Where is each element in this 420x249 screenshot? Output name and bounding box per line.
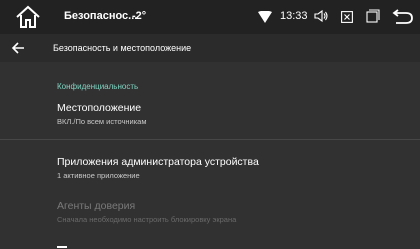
wifi-icon bbox=[258, 10, 272, 23]
back-nav-icon[interactable] bbox=[392, 8, 414, 24]
pref-summary: 1 активное приложение bbox=[57, 171, 140, 180]
status-temperature: -2° bbox=[132, 10, 147, 22]
settings-list: Конфиденциальность Местоположение ВКЛ./П… bbox=[0, 62, 420, 249]
back-arrow-icon[interactable] bbox=[10, 40, 26, 56]
status-clock: 13:33 bbox=[280, 10, 308, 22]
section-header-privacy: Конфиденциальность bbox=[57, 82, 139, 91]
divider bbox=[0, 139, 420, 140]
pref-title: Приложения администратора устройства bbox=[57, 156, 259, 168]
pref-trust-agents: Агенты доверия Сначала необходимо настро… bbox=[57, 200, 397, 224]
pref-device-admin-apps[interactable]: Приложения администратора устройства 1 а… bbox=[57, 156, 397, 180]
page-title: Безопасность и местоположение bbox=[53, 43, 192, 53]
home-icon[interactable] bbox=[14, 4, 42, 30]
close-box-icon[interactable] bbox=[341, 10, 353, 23]
recents-icon[interactable] bbox=[366, 9, 380, 23]
volume-icon[interactable] bbox=[314, 9, 328, 23]
action-bar: Безопасность и местоположение bbox=[0, 34, 420, 62]
pref-title: Местоположение bbox=[57, 102, 142, 114]
pref-location[interactable]: Местоположение ВКЛ./По всем источникам bbox=[57, 102, 397, 126]
pref-summary: ВКЛ./По всем источникам bbox=[57, 117, 147, 126]
pref-next-partial[interactable] bbox=[57, 240, 397, 248]
pref-summary: Сначала необходимо настроить блокировку … bbox=[57, 215, 237, 224]
pref-title: Агенты доверия bbox=[57, 200, 136, 212]
status-app-title: Безопаснос... bbox=[64, 10, 138, 22]
pref-partial-text bbox=[57, 246, 67, 248]
status-bar: Безопаснос... -2° 13:33 bbox=[0, 0, 420, 34]
